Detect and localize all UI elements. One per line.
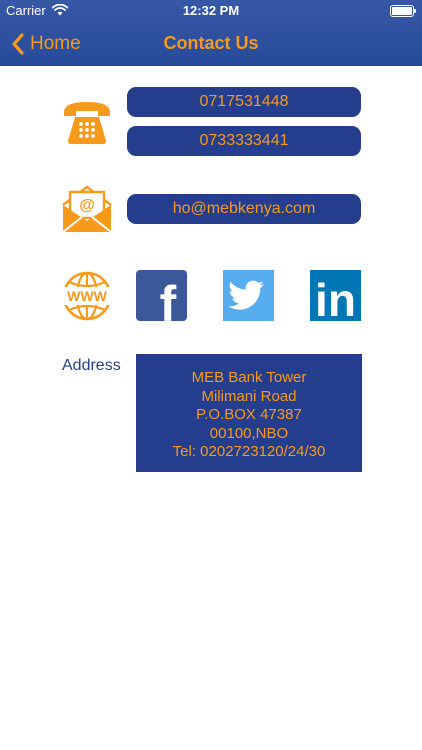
phone-number-button-2[interactable]: 0733333441	[127, 126, 361, 156]
battery-icon	[390, 5, 416, 17]
page-title: Contact Us	[163, 33, 259, 53]
navigation-header: Carrier 12:32 PM Home Contact Us	[0, 0, 422, 66]
address-label: Address	[62, 357, 121, 374]
address-line: P.O.BOX 47387	[196, 406, 302, 423]
address-line: Milimani Road	[201, 387, 297, 405]
address-line: MEB Bank Tower	[191, 369, 307, 386]
status-bar: Carrier 12:32 PM	[0, 0, 422, 22]
facebook-glyph: f	[160, 276, 177, 321]
address-line: 00100,NBO	[209, 424, 289, 442]
phone-icon	[64, 102, 110, 144]
email-at-glyph: @	[79, 197, 95, 214]
twitter-icon[interactable]	[223, 270, 274, 321]
address-box: MEB Bank Tower Milimani Road P.O.BOX 473…	[136, 354, 362, 472]
email-envelope-icon: @	[62, 185, 112, 233]
www-label: WWW	[67, 288, 107, 304]
facebook-icon[interactable]: f	[136, 270, 187, 321]
linkedin-icon[interactable]: in	[310, 270, 361, 321]
globe-www-icon[interactable]: WWW	[62, 270, 112, 322]
address-telephone[interactable]: Tel: 0202723120/24/30	[136, 443, 362, 462]
status-time: 12:32 PM	[182, 3, 240, 18]
linkedin-glyph: in	[315, 274, 356, 321]
phone-number-button-1[interactable]: 0717531448	[127, 87, 361, 117]
email-button[interactable]: ho@mebkenya.com	[127, 194, 361, 224]
